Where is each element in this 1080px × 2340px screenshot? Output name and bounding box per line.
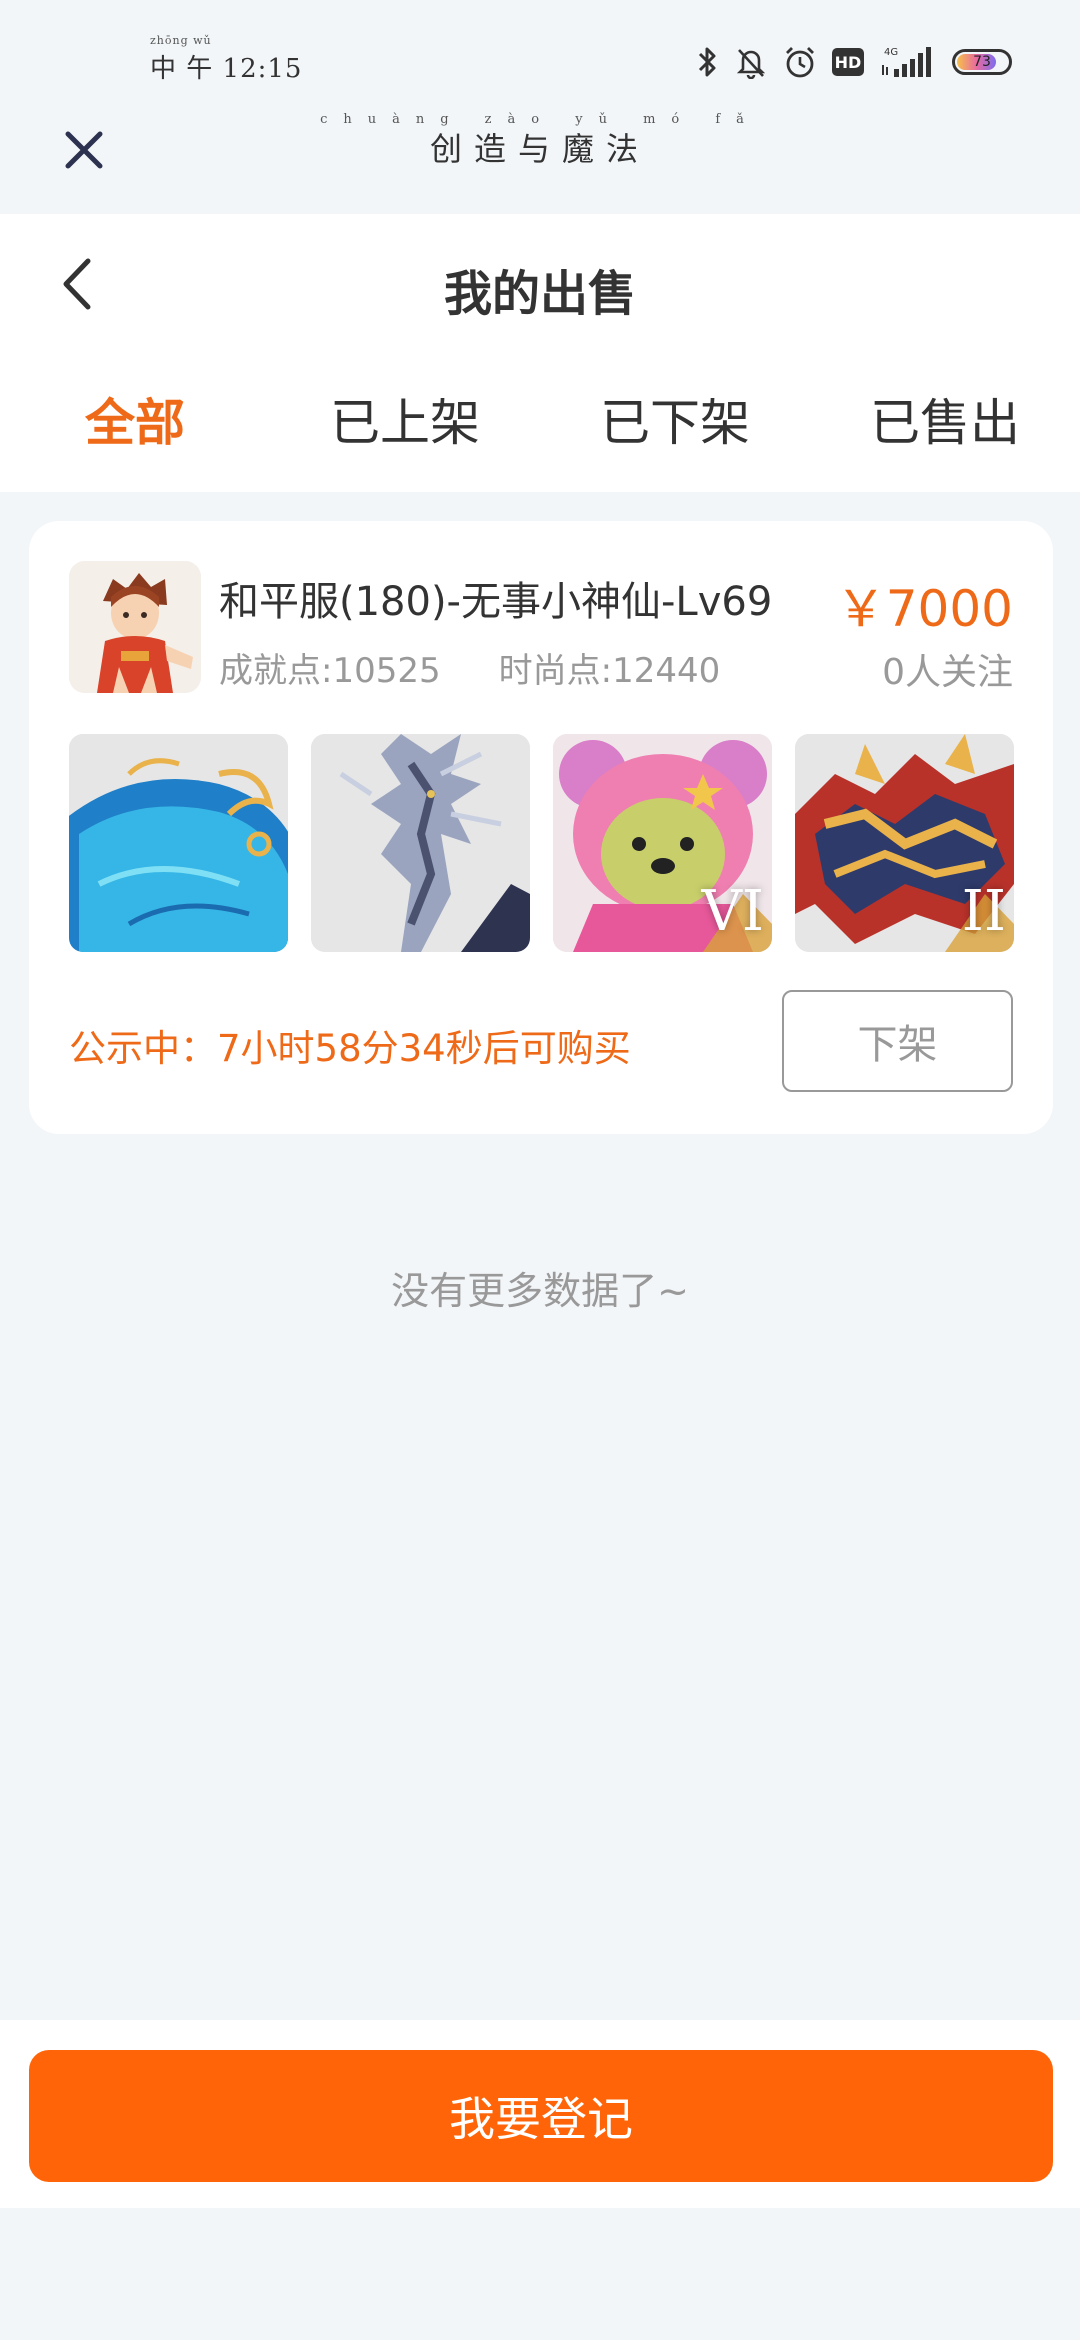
achievement-points: 成就点:10525 (219, 651, 441, 691)
listing-price: ￥7000 (835, 580, 1013, 638)
listing-card[interactable]: 和平服(180)-无事小神仙-Lv69 成就点:10525 时尚点:12440 … (29, 521, 1053, 1134)
register-button[interactable]: 我要登记 (29, 2050, 1053, 2182)
page-nav: 我的出售 (0, 214, 1080, 354)
battery-level: 73 (973, 54, 991, 70)
network-type: 4G (884, 47, 898, 58)
tab-listed[interactable]: 已上架 (270, 354, 540, 492)
silver-dragon-mount-thumbnail[interactable] (311, 734, 530, 952)
character-avatar (69, 561, 201, 693)
signal-icon: 4G (878, 45, 938, 79)
mini-program-header: chuàng zào yǔ mó fǎ 创造与魔法 (0, 110, 1080, 214)
fashion-points: 时尚点:12440 (498, 651, 721, 691)
status-time: zhōng wǔ 中 午 12:15 (150, 34, 303, 85)
publicity-notice: 公示中：7小时58分34秒后可购买 (69, 1027, 631, 1070)
bluetooth-icon (696, 45, 720, 79)
rank-badge: II (961, 879, 1006, 944)
hd-icon: HD (832, 48, 864, 76)
status-time-ruby: zhōng wǔ (150, 34, 212, 47)
follower-count: 0人关注 (882, 652, 1013, 693)
tab-delisted[interactable]: 已下架 (540, 354, 810, 492)
tab-sold[interactable]: 已售出 (810, 354, 1080, 492)
blue-whale-mount-thumbnail[interactable] (69, 734, 288, 952)
delist-button[interactable]: 下架 (782, 990, 1013, 1092)
battery-icon: 73 (952, 49, 1012, 75)
tab-all[interactable]: 全部 (0, 354, 270, 492)
status-icons: HD 4G 73 (696, 44, 1012, 80)
status-time-text: 中 午 12:15 (150, 54, 303, 84)
mini-program-title-ruby: chuàng zào yǔ mó fǎ (320, 112, 760, 127)
item-thumbnails: VI II (69, 734, 1014, 952)
bottom-bar: 我要登记 (0, 2020, 1080, 2208)
mini-program-title-text: 创造与魔法 (429, 130, 650, 168)
tab-bar: 全部 已上架 已下架 已售出 (0, 354, 1080, 492)
rank-badge: VI (701, 879, 764, 944)
pink-bear-pet-thumbnail[interactable]: VI (553, 734, 772, 952)
listing-stats: 成就点:10525 时尚点:12440 (219, 643, 720, 692)
page-title: 我的出售 (443, 266, 636, 322)
golden-dragon-mount-thumbnail[interactable]: II (795, 734, 1014, 952)
alarm-icon (782, 44, 818, 80)
listing-name: 和平服(180)-无事小神仙-Lv69 (219, 579, 773, 625)
mini-program-title: chuàng zào yǔ mó fǎ 创造与魔法 (0, 112, 1080, 170)
no-more-data-text: 没有更多数据了~ (391, 1269, 689, 1313)
status-bar: zhōng wǔ 中 午 12:15 HD 4G 73 (0, 0, 1080, 110)
bell-muted-icon (734, 45, 768, 79)
